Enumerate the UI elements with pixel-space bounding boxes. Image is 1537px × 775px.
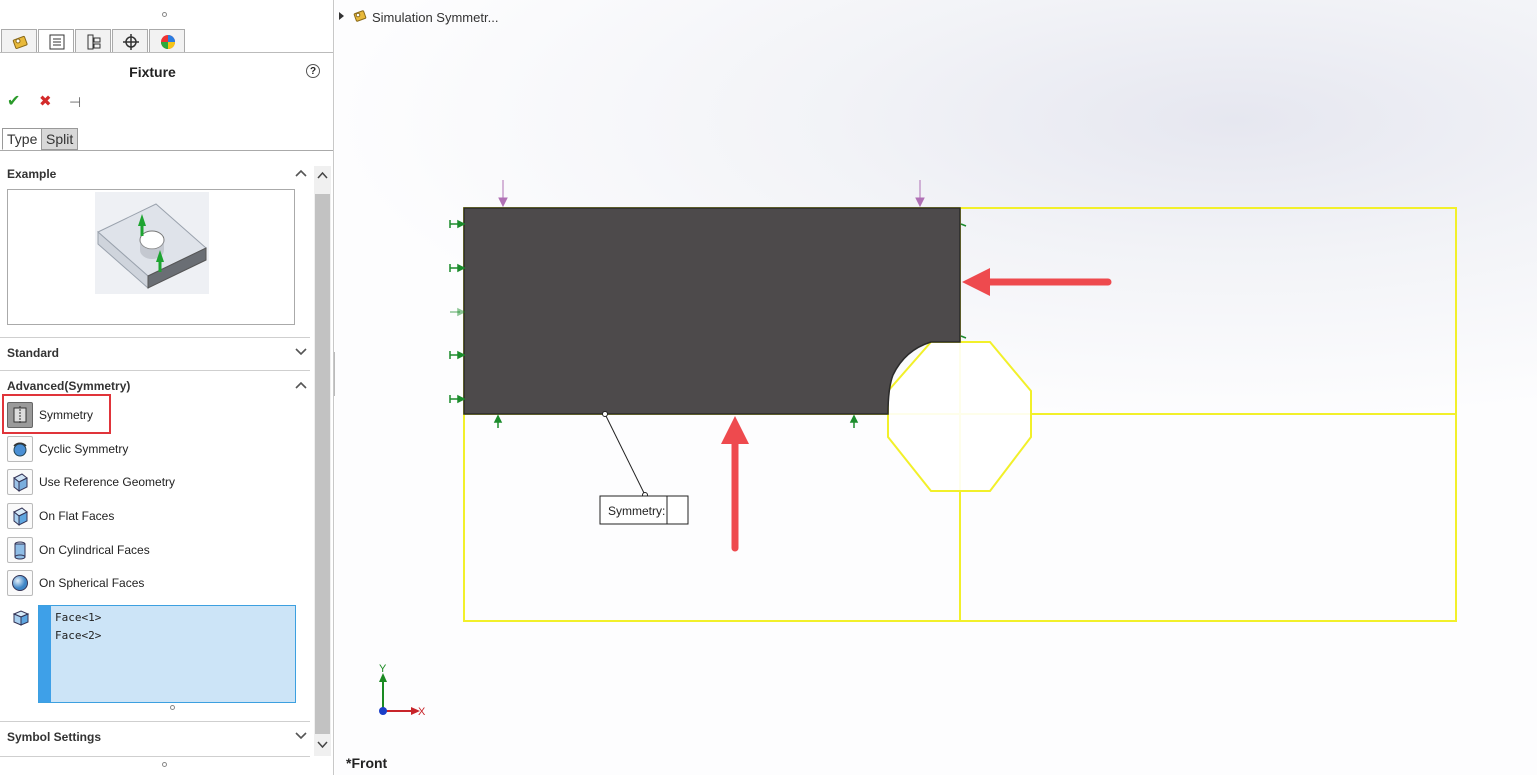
ok-button[interactable]: ✔ bbox=[7, 93, 20, 111]
section-divider bbox=[0, 337, 310, 338]
list-resize-grip[interactable] bbox=[170, 705, 175, 710]
dimxpert-icon bbox=[123, 34, 139, 50]
section-divider bbox=[0, 756, 310, 757]
pin-icon[interactable]: ⊣ bbox=[69, 93, 81, 111]
section-divider bbox=[0, 721, 310, 722]
cylindrical-faces-icon bbox=[7, 537, 33, 563]
option-label: On Cylindrical Faces bbox=[39, 543, 150, 557]
property-manager-icon bbox=[49, 34, 65, 50]
chevron-down-icon[interactable] bbox=[295, 731, 307, 741]
standard-section-header[interactable]: Standard bbox=[7, 346, 59, 360]
configuration-manager-icon bbox=[87, 34, 101, 50]
face-list-item[interactable]: Face<1> bbox=[55, 611, 101, 624]
manager-tab-bar bbox=[0, 28, 333, 53]
property-manager-panel: Fixture ? ✔ ✖ ⊣ Type Split Example Stand… bbox=[0, 0, 334, 775]
model-quarter-body[interactable] bbox=[463, 207, 961, 415]
help-icon[interactable]: ? bbox=[306, 64, 320, 78]
type-split-tabs: Type Split bbox=[0, 128, 333, 151]
annotation-arrow-up bbox=[721, 416, 749, 552]
example-section-header[interactable]: Example bbox=[7, 167, 56, 181]
tab-dimxpert[interactable] bbox=[112, 29, 148, 52]
axis-x-label: X bbox=[418, 706, 426, 718]
example-fixture-image bbox=[95, 192, 209, 294]
tab-display-manager[interactable] bbox=[149, 29, 185, 52]
axis-y-label: Y bbox=[379, 663, 387, 675]
scrollbar-thumb[interactable] bbox=[315, 194, 330, 734]
spherical-faces-icon bbox=[7, 570, 33, 596]
option-label: On Spherical Faces bbox=[39, 576, 145, 590]
view-orientation-label: *Front bbox=[346, 755, 388, 771]
annotation-arrow-left bbox=[962, 268, 1112, 296]
cyclic-symmetry-icon bbox=[7, 436, 33, 462]
panel-resize-grip-top[interactable] bbox=[162, 12, 167, 17]
tab-configuration-manager[interactable] bbox=[75, 29, 111, 52]
symbol-settings-section-header[interactable]: Symbol Settings bbox=[7, 730, 101, 744]
axis-triad: Y X bbox=[379, 663, 426, 718]
tab-simulation[interactable] bbox=[1, 29, 37, 52]
panel-scrollbar[interactable] bbox=[314, 166, 331, 756]
scroll-up-icon[interactable] bbox=[317, 171, 328, 180]
tab-split[interactable]: Split bbox=[41, 128, 79, 150]
simulation-fixture-icon bbox=[12, 35, 28, 49]
graphics-viewport[interactable]: Symmetry: Y X bbox=[335, 0, 1537, 775]
simulation-study-icon bbox=[353, 10, 367, 22]
load-arrows bbox=[498, 180, 925, 208]
cancel-button[interactable]: ✖ bbox=[39, 93, 52, 111]
face-list-item[interactable]: Face<2> bbox=[55, 629, 101, 642]
selection-list-marker bbox=[39, 606, 51, 702]
tree-item-label[interactable]: Simulation Symmetr... bbox=[372, 10, 498, 25]
scroll-down-icon[interactable] bbox=[317, 740, 328, 749]
reference-geometry-icon bbox=[7, 469, 33, 495]
option-label: Cyclic Symmetry bbox=[39, 442, 129, 456]
chevron-up-icon[interactable] bbox=[295, 380, 307, 390]
symmetry-callout[interactable]: Symmetry: bbox=[599, 495, 689, 525]
face-selection-list[interactable]: Face<1> Face<2> bbox=[38, 605, 296, 703]
chevron-down-icon[interactable] bbox=[295, 347, 307, 357]
option-label: On Flat Faces bbox=[39, 509, 115, 523]
flat-faces-icon bbox=[7, 503, 33, 529]
panel-title: Fixture bbox=[129, 64, 176, 80]
advanced-section-header[interactable]: Advanced(Symmetry) bbox=[7, 379, 130, 393]
tab-property-manager[interactable] bbox=[38, 29, 74, 52]
face-selection-icon bbox=[12, 610, 30, 626]
option-label: Use Reference Geometry bbox=[39, 475, 176, 489]
callout-leader bbox=[604, 413, 646, 496]
model-canvas[interactable]: Symmetry: Y X bbox=[335, 0, 1537, 775]
callout-anchor bbox=[602, 411, 608, 417]
feature-tree-flyout[interactable]: Simulation Symmetr... bbox=[339, 8, 498, 25]
panel-resize-grip-bottom[interactable] bbox=[162, 762, 167, 767]
tab-type[interactable]: Type bbox=[2, 128, 43, 150]
example-preview bbox=[7, 189, 295, 325]
symmetry-highlight-box bbox=[2, 394, 111, 434]
callout-label: Symmetry: bbox=[608, 504, 665, 518]
section-divider bbox=[0, 370, 310, 371]
expand-arrow-icon[interactable] bbox=[339, 12, 344, 20]
display-manager-icon bbox=[161, 35, 175, 49]
chevron-up-icon[interactable] bbox=[295, 168, 307, 178]
